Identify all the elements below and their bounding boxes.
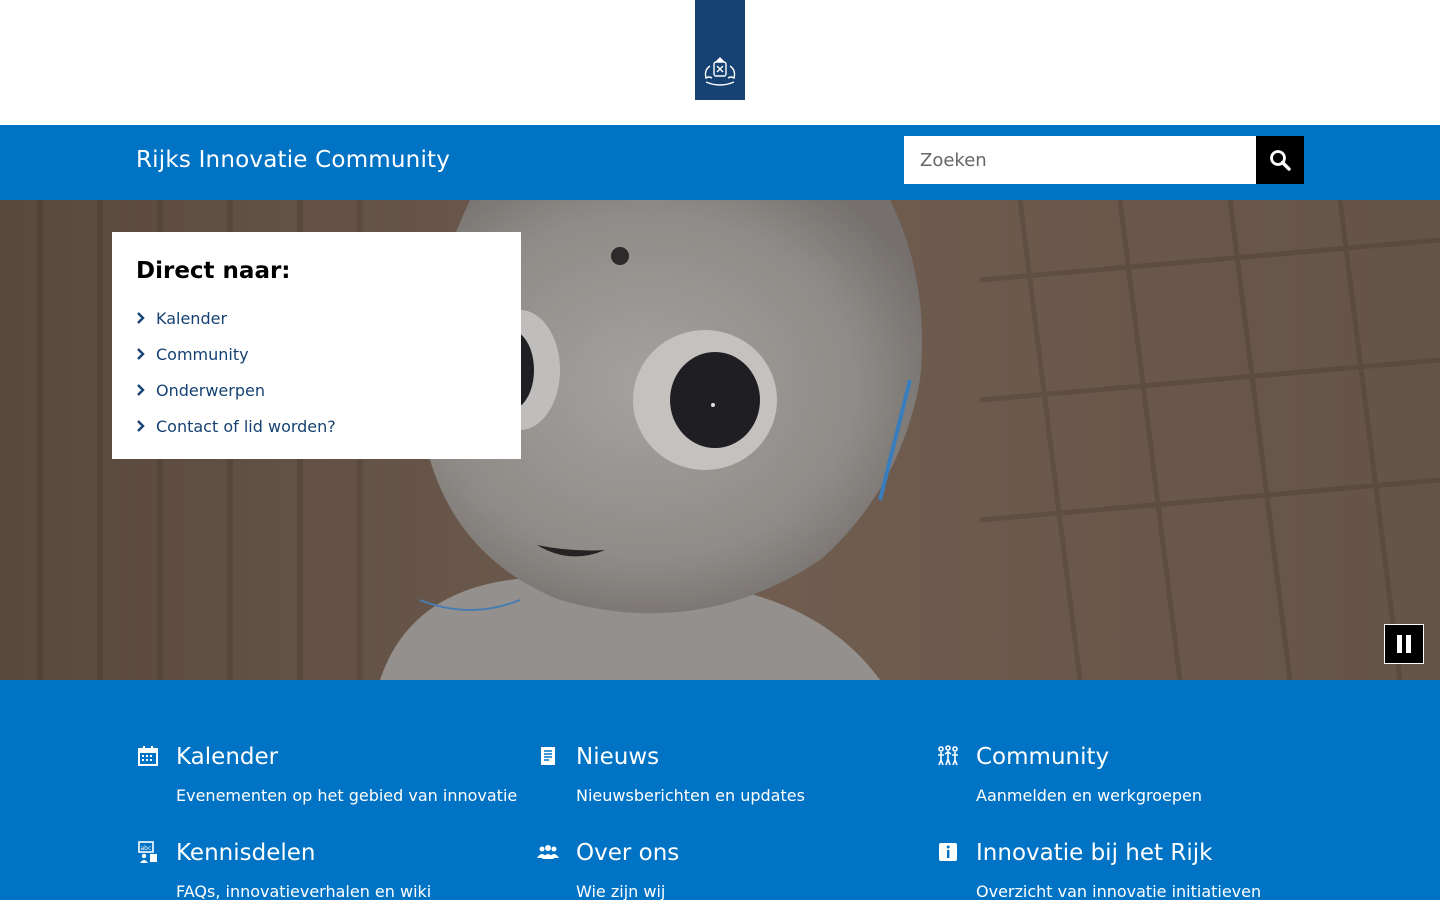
coat-of-arms-icon xyxy=(704,57,736,86)
search-icon xyxy=(1270,150,1291,171)
tile-subtitle: Overzicht van innovatie initiatieven xyxy=(976,882,1262,900)
direct-link-contact[interactable]: Contact of lid worden? xyxy=(136,408,497,444)
group-icon xyxy=(537,845,559,859)
direct-link-kalender[interactable]: Kalender xyxy=(136,300,497,336)
direct-to-list: Kalender Community Onderwerpen Contact o… xyxy=(136,300,497,444)
tile-subtitle: Wie zijn wij xyxy=(576,882,666,900)
svg-text:abc: abc xyxy=(141,845,152,852)
tile-subtitle: Evenementen op het gebied van innovatie xyxy=(176,786,518,805)
direct-to-panel: Direct naar: Kalender Community Onderwer… xyxy=(112,232,521,459)
tile-subtitle: Nieuwsberichten en updates xyxy=(576,786,805,805)
direct-link-label[interactable]: Contact of lid worden? xyxy=(156,417,336,436)
knowledge-share-icon: abc xyxy=(138,841,157,863)
search-button[interactable] xyxy=(1256,136,1304,184)
tile-title[interactable]: Innovatie bij het Rijk xyxy=(976,840,1212,866)
tile-title[interactable]: Kennisdelen xyxy=(176,840,315,866)
pause-slideshow-button[interactable] xyxy=(1384,624,1424,664)
direct-link-label[interactable]: Community xyxy=(156,345,249,364)
tile-title[interactable]: Community xyxy=(976,744,1109,770)
chevron-right-icon xyxy=(136,312,156,324)
info-icon xyxy=(939,843,957,861)
direct-to-heading: Direct naar: xyxy=(136,258,291,284)
tile-subtitle: Aanmelden en werkgroepen xyxy=(976,786,1202,805)
direct-link-community[interactable]: Community xyxy=(136,336,497,372)
logo-bar xyxy=(0,0,1440,125)
tile-title[interactable]: Kalender xyxy=(176,744,278,770)
rijksoverheid-logo[interactable] xyxy=(695,0,745,100)
site-title[interactable]: Rijks Innovatie Community xyxy=(136,147,450,173)
search-input[interactable] xyxy=(904,136,1256,184)
newspaper-icon xyxy=(541,747,555,765)
direct-link-onderwerpen[interactable]: Onderwerpen xyxy=(136,372,497,408)
tile-title[interactable]: Over ons xyxy=(576,840,679,866)
direct-link-label[interactable]: Onderwerpen xyxy=(156,381,265,400)
quick-links-tiles: Kalender Evenementen op het gebied van i… xyxy=(0,680,1440,900)
search-form xyxy=(904,136,1304,184)
community-icon xyxy=(938,745,958,766)
top-navigation-bar: Rijks Innovatie Community xyxy=(0,125,1440,200)
chevron-right-icon xyxy=(136,348,156,360)
direct-link-label[interactable]: Kalender xyxy=(156,309,227,328)
calendar-icon xyxy=(138,746,158,766)
chevron-right-icon xyxy=(136,420,156,432)
chevron-right-icon xyxy=(136,384,156,396)
pause-icon-bar xyxy=(1406,635,1411,653)
pause-icon xyxy=(1397,635,1402,653)
hero-banner: Direct naar: Kalender Community Onderwer… xyxy=(0,200,1440,680)
tile-title[interactable]: Nieuws xyxy=(576,744,659,770)
tile-subtitle: FAQs, innovatieverhalen en wiki xyxy=(176,882,432,900)
